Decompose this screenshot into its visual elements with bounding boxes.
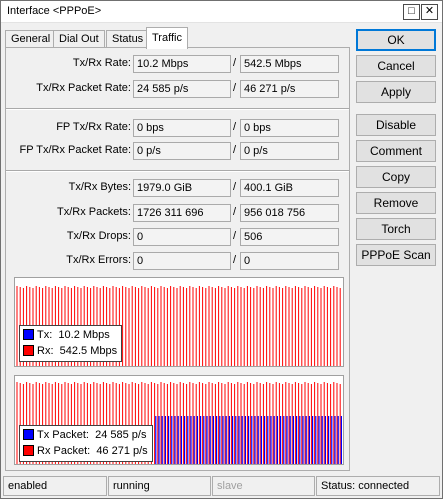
separator: / bbox=[233, 230, 237, 242]
tx-rx-bytes-row: Tx/Rx Bytes: 1979.0 GiB / 400.1 GiB bbox=[6, 179, 349, 197]
tab-status[interactable]: Status bbox=[106, 30, 150, 48]
legend-rx-packet-label: Rx Packet: bbox=[37, 445, 91, 457]
rx-rate-field[interactable]: 542.5 Mbps bbox=[240, 55, 339, 73]
tx-packets-field[interactable]: 1726 311 696 bbox=[133, 204, 231, 222]
remove-button[interactable]: Remove bbox=[356, 192, 436, 214]
separator: / bbox=[233, 144, 237, 156]
close-icon[interactable]: ✕ bbox=[421, 4, 438, 20]
separator: / bbox=[233, 121, 237, 133]
tx-swatch bbox=[23, 429, 34, 440]
rate-graph-legend: Tx: 10.2 Mbps Rx: 542.5 Mbps bbox=[19, 325, 123, 362]
status-enabled: enabled bbox=[3, 476, 107, 496]
tx-rx-packets-row: Tx/Rx Packets: 1726 311 696 / 956 018 75… bbox=[6, 204, 349, 222]
fp-tx-packet-rate-field[interactable]: 0 p/s bbox=[133, 142, 231, 160]
tab-traffic[interactable]: Traffic bbox=[146, 27, 188, 49]
tab-dial-out[interactable]: Dial Out bbox=[53, 30, 105, 48]
interface-window: Interface <PPPoE> □ ✕ General Dial Out S… bbox=[0, 0, 443, 499]
fp-tx-rx-packet-rate-label: FP Tx/Rx Packet Rate: bbox=[19, 144, 131, 156]
fp-tx-rx-rate-label: FP Tx/Rx Rate: bbox=[56, 121, 131, 133]
divider bbox=[6, 170, 349, 172]
rx-swatch bbox=[23, 345, 34, 356]
disable-button[interactable]: Disable bbox=[356, 114, 436, 136]
divider bbox=[6, 108, 349, 110]
torch-button[interactable]: Torch bbox=[356, 218, 436, 240]
tx-rx-errors-label: Tx/Rx Errors: bbox=[66, 254, 131, 266]
tx-packet-rate-field[interactable]: 24 585 p/s bbox=[133, 80, 231, 98]
status-running: running bbox=[108, 476, 211, 496]
maximize-icon[interactable]: □ bbox=[403, 4, 420, 20]
legend-rx-label: Rx: bbox=[37, 345, 54, 357]
status-connection: Status: connected bbox=[316, 476, 440, 496]
fp-tx-rx-rate-row: FP Tx/Rx Rate: 0 bps / 0 bps bbox=[6, 119, 349, 137]
separator: / bbox=[233, 254, 237, 266]
fp-tx-rate-field[interactable]: 0 bps bbox=[133, 119, 231, 137]
legend-rx-packet-value: 46 271 p/s bbox=[96, 445, 148, 457]
fp-tx-rx-packet-rate-row: FP Tx/Rx Packet Rate: 0 p/s / 0 p/s bbox=[6, 142, 349, 160]
fp-rx-packet-rate-field[interactable]: 0 p/s bbox=[240, 142, 339, 160]
legend-tx-label: Tx: bbox=[37, 329, 53, 341]
packet-graph: Tx Packet: 24 585 p/s Rx Packet: 46 271 … bbox=[14, 375, 344, 465]
separator: / bbox=[233, 57, 237, 69]
window-title: Interface <PPPoE> bbox=[7, 5, 102, 17]
tx-rx-packet-rate-label: Tx/Rx Packet Rate: bbox=[36, 82, 131, 94]
pppoe-scan-button[interactable]: PPPoE Scan bbox=[356, 244, 436, 266]
separator: / bbox=[233, 82, 237, 94]
apply-button[interactable]: Apply bbox=[356, 81, 436, 103]
separator: / bbox=[233, 181, 237, 193]
tx-errors-field[interactable]: 0 bbox=[133, 252, 231, 270]
tx-rx-packets-label: Tx/Rx Packets: bbox=[57, 206, 131, 218]
status-bar: enabled running slave Status: connected bbox=[3, 476, 440, 496]
tx-drops-field[interactable]: 0 bbox=[133, 228, 231, 246]
tx-swatch bbox=[23, 329, 34, 340]
tx-rx-packet-rate-row: Tx/Rx Packet Rate: 24 585 p/s / 46 271 p… bbox=[6, 80, 349, 98]
tx-rx-rate-label: Tx/Rx Rate: bbox=[72, 57, 131, 69]
rate-graph: Tx: 10.2 Mbps Rx: 542.5 Mbps bbox=[14, 277, 344, 367]
rx-errors-field[interactable]: 0 bbox=[240, 252, 339, 270]
legend-tx: Tx: 10.2 Mbps bbox=[23, 328, 117, 344]
tx-bytes-field[interactable]: 1979.0 GiB bbox=[133, 179, 231, 197]
legend-rx-value: 542.5 Mbps bbox=[59, 345, 118, 357]
fp-rx-rate-field[interactable]: 0 bps bbox=[240, 119, 339, 137]
legend-rx-packet: Rx Packet: 46 271 p/s bbox=[23, 444, 148, 460]
ok-button[interactable]: OK bbox=[356, 29, 436, 51]
tx-rate-field[interactable]: 10.2 Mbps bbox=[133, 55, 231, 73]
rx-packets-field[interactable]: 956 018 756 bbox=[240, 204, 339, 222]
tx-rx-bytes-label: Tx/Rx Bytes: bbox=[68, 181, 131, 193]
traffic-panel: Tx/Rx Rate: 10.2 Mbps / 542.5 Mbps Tx/Rx… bbox=[5, 47, 350, 471]
tx-rx-rate-row: Tx/Rx Rate: 10.2 Mbps / 542.5 Mbps bbox=[6, 55, 349, 73]
legend-tx-packet: Tx Packet: 24 585 p/s bbox=[23, 428, 148, 444]
status-slave: slave bbox=[212, 476, 315, 496]
tx-rx-drops-label: Tx/Rx Drops: bbox=[66, 230, 131, 242]
legend-tx-packet-value: 24 585 p/s bbox=[95, 429, 147, 441]
rx-packet-rate-field[interactable]: 46 271 p/s bbox=[240, 80, 339, 98]
legend-tx-packet-label: Tx Packet: bbox=[37, 429, 89, 441]
rx-bytes-field[interactable]: 400.1 GiB bbox=[240, 179, 339, 197]
legend-rx: Rx: 542.5 Mbps bbox=[23, 344, 117, 360]
rx-swatch bbox=[23, 445, 34, 456]
cancel-button[interactable]: Cancel bbox=[356, 55, 436, 77]
tx-rx-errors-row: Tx/Rx Errors: 0 / 0 bbox=[6, 252, 349, 270]
tab-general[interactable]: General bbox=[5, 30, 57, 48]
title-bar[interactable]: Interface <PPPoE> □ ✕ bbox=[1, 1, 442, 23]
comment-button[interactable]: Comment bbox=[356, 140, 436, 162]
tx-rx-drops-row: Tx/Rx Drops: 0 / 506 bbox=[6, 228, 349, 246]
legend-tx-value: 10.2 Mbps bbox=[58, 329, 110, 341]
copy-button[interactable]: Copy bbox=[356, 166, 436, 188]
rx-drops-field[interactable]: 506 bbox=[240, 228, 339, 246]
separator: / bbox=[233, 206, 237, 218]
packet-graph-legend: Tx Packet: 24 585 p/s Rx Packet: 46 271 … bbox=[19, 425, 153, 462]
